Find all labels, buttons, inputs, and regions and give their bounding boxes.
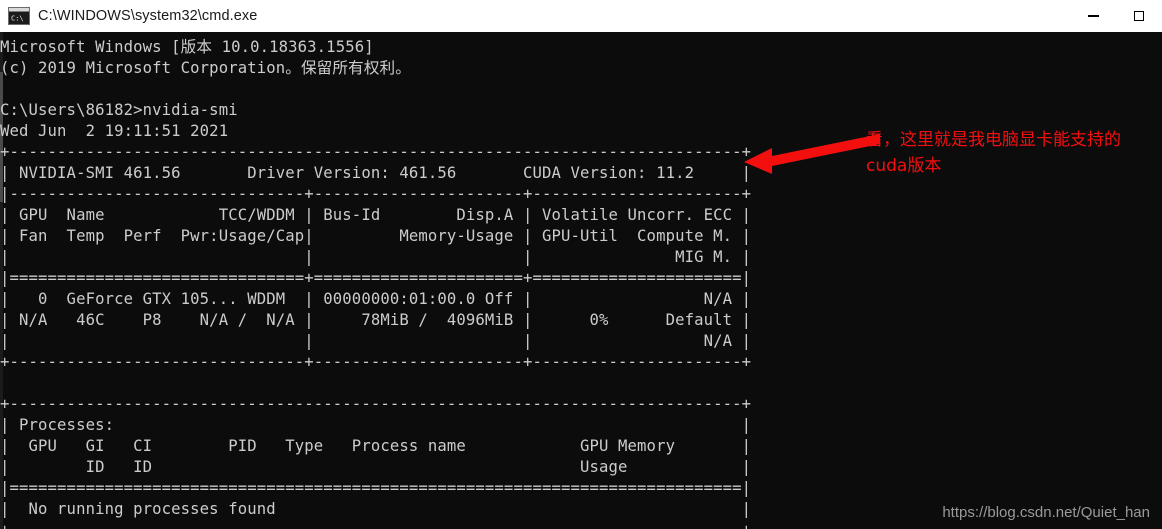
terminal-line: | NVIDIA-SMI 461.56 Driver Version: 461.…	[0, 164, 752, 182]
annotation-arrow-icon	[744, 134, 880, 174]
terminal-line: C:\Users\86182>nvidia-smi	[0, 101, 238, 119]
minimize-icon	[1087, 15, 1099, 17]
terminal-line: | | | N/A |	[0, 332, 752, 350]
terminal-line: |-------------------------------+-------…	[0, 185, 752, 203]
annotation-text: 看，这里就是我电脑显卡能支持的cuda版本	[866, 130, 1121, 176]
terminal-line: | Processes: |	[0, 416, 752, 434]
maximize-button[interactable]	[1116, 0, 1162, 32]
terminal-line: | | | MIG M. |	[0, 248, 752, 266]
terminal-output: Microsoft Windows [版本 10.0.18363.1556] (c…	[0, 37, 751, 529]
terminal-line: | GPU Name TCC/WDDM | Bus-Id Disp.A | Vo…	[0, 206, 752, 224]
terminal-line: +---------------------------------------…	[0, 395, 752, 413]
terminal-line: | N/A 46C P8 N/A / N/A | 78MiB / 4096MiB…	[0, 311, 752, 329]
terminal-line: (c) 2019 Microsoft Corporation。保留所有权利。	[0, 59, 411, 77]
terminal-line: |===============================+=======…	[0, 269, 752, 287]
terminal-line: | 0 GeForce GTX 105... WDDM | 00000000:0…	[0, 290, 752, 308]
terminal-line: +---------------------------------------…	[0, 520, 751, 529]
cmd-window: C:\ C:\WINDOWS\system32\cmd.exe Microsof…	[0, 0, 1162, 529]
maximize-icon	[1134, 11, 1144, 21]
terminal-line: +-------------------------------+-------…	[0, 353, 752, 371]
cmd-console-icon: C:\	[8, 7, 30, 25]
terminal-line: | Fan Temp Perf Pwr:Usage/Cap| Memory-Us…	[0, 227, 752, 245]
terminal-line: +---------------------------------------…	[0, 143, 752, 161]
svg-text:C:\: C:\	[11, 15, 24, 23]
terminal-line: | GPU GI CI PID Type Process name GPU Me…	[0, 437, 752, 455]
terminal-client-area[interactable]: Microsoft Windows [版本 10.0.18363.1556] (c…	[0, 32, 1162, 529]
terminal-line: Wed Jun 2 19:11:51 2021	[0, 122, 229, 140]
terminal-line: |=======================================…	[0, 479, 752, 497]
terminal-line: | No running processes found |	[0, 500, 752, 518]
minimize-button[interactable]	[1070, 0, 1116, 32]
window-titlebar: C:\ C:\WINDOWS\system32\cmd.exe	[0, 0, 1162, 32]
window-controls	[1070, 0, 1162, 32]
terminal-line: Microsoft Windows [版本 10.0.18363.1556]	[0, 38, 374, 56]
window-title: C:\WINDOWS\system32\cmd.exe	[38, 8, 258, 24]
watermark: https://blog.csdn.net/Quiet_han	[942, 504, 1150, 521]
terminal-line: | ID ID Usage |	[0, 458, 752, 476]
